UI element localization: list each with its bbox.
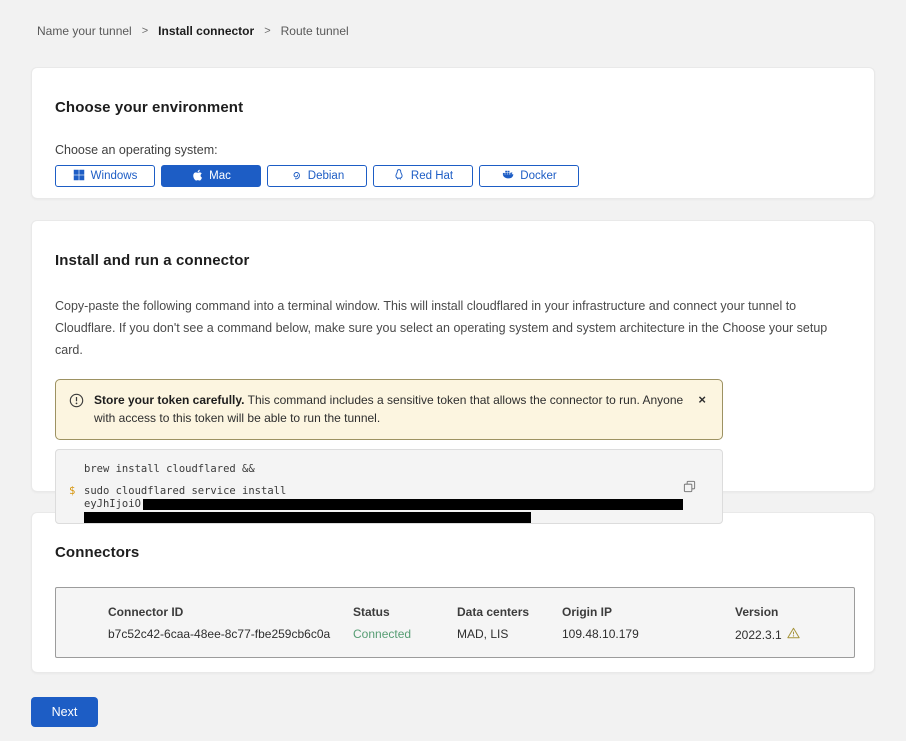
environment-card: Choose your environment Choose an operat… — [31, 67, 875, 199]
alert-text: Store your token carefully. This command… — [94, 391, 684, 428]
origin-ip-cell: 109.48.10.179 — [562, 627, 735, 642]
breadcrumb: Name your tunnel > Install connector > R… — [31, 24, 875, 38]
redhat-penguin-icon — [393, 168, 405, 184]
apple-icon — [191, 168, 203, 185]
breadcrumb-install-connector[interactable]: Install connector — [158, 24, 254, 38]
docker-whale-icon — [501, 169, 514, 183]
os-button-debian[interactable]: Debian — [267, 165, 367, 187]
column-header-connector-id: Connector ID — [108, 605, 353, 619]
environment-card-title: Choose your environment — [55, 99, 851, 116]
column-header-data-centers: Data centers — [457, 605, 562, 619]
column-header-status: Status — [353, 605, 457, 619]
data-centers-cell: MAD, LIS — [457, 627, 562, 642]
breadcrumb-separator: > — [264, 25, 270, 37]
next-button[interactable]: Next — [31, 697, 98, 727]
os-button-label: Mac — [209, 170, 231, 182]
os-select-label: Choose an operating system: — [55, 143, 851, 157]
token-warning-alert: Store your token carefully. This command… — [55, 379, 723, 440]
connector-id-cell: b7c52c42-6caa-48ee-8c77-fbe259cb6c0a — [108, 627, 353, 642]
copy-command-button[interactable] — [683, 480, 696, 496]
os-button-label: Debian — [308, 170, 344, 182]
install-connector-card: Install and run a connector Copy-paste t… — [31, 220, 875, 492]
copy-icon — [683, 481, 696, 496]
code-line-brew: brew install cloudflared && — [56, 463, 722, 476]
os-button-group: Windows Mac Debian Red Hat Docker — [55, 165, 851, 187]
install-command-codeblock[interactable]: brew install cloudflared && $sudo cloudf… — [55, 449, 723, 524]
os-button-windows[interactable]: Windows — [55, 165, 155, 187]
os-button-redhat[interactable]: Red Hat — [373, 165, 473, 187]
connectors-card-title: Connectors — [55, 544, 851, 561]
redacted-token-bar — [143, 499, 683, 510]
code-line-token: eyJhIjoiO — [56, 498, 722, 511]
os-button-label: Windows — [91, 170, 138, 182]
code-line-sudo: $sudo cloudflared service install — [56, 485, 722, 498]
alert-circle-icon — [69, 393, 84, 414]
install-card-title: Install and run a connector — [55, 252, 851, 269]
connectors-card: Connectors Connector ID Status Data cent… — [31, 512, 875, 673]
os-button-docker[interactable]: Docker — [479, 165, 579, 187]
column-header-origin-ip: Origin IP — [562, 605, 735, 619]
os-button-label: Docker — [520, 170, 556, 182]
alert-close-button[interactable]: × — [694, 391, 710, 408]
status-cell: Connected — [353, 627, 457, 642]
install-card-description: Copy-paste the following command into a … — [55, 296, 851, 362]
alert-title: Store your token carefully. — [94, 393, 245, 407]
breadcrumb-name-your-tunnel[interactable]: Name your tunnel — [37, 24, 132, 38]
version-warning-icon — [787, 627, 800, 642]
connectors-table: Connector ID Status Data centers Origin … — [55, 587, 855, 658]
windows-icon — [73, 169, 85, 184]
column-header-version: Version — [735, 605, 854, 619]
breadcrumb-route-tunnel[interactable]: Route tunnel — [281, 24, 349, 38]
version-cell: 2022.3.1 — [735, 627, 854, 642]
os-button-label: Red Hat — [411, 170, 453, 182]
redacted-token-bar — [84, 512, 531, 523]
os-button-mac[interactable]: Mac — [161, 165, 261, 187]
shell-prompt: $ — [69, 485, 75, 498]
debian-icon — [290, 169, 302, 184]
breadcrumb-separator: > — [142, 25, 148, 37]
